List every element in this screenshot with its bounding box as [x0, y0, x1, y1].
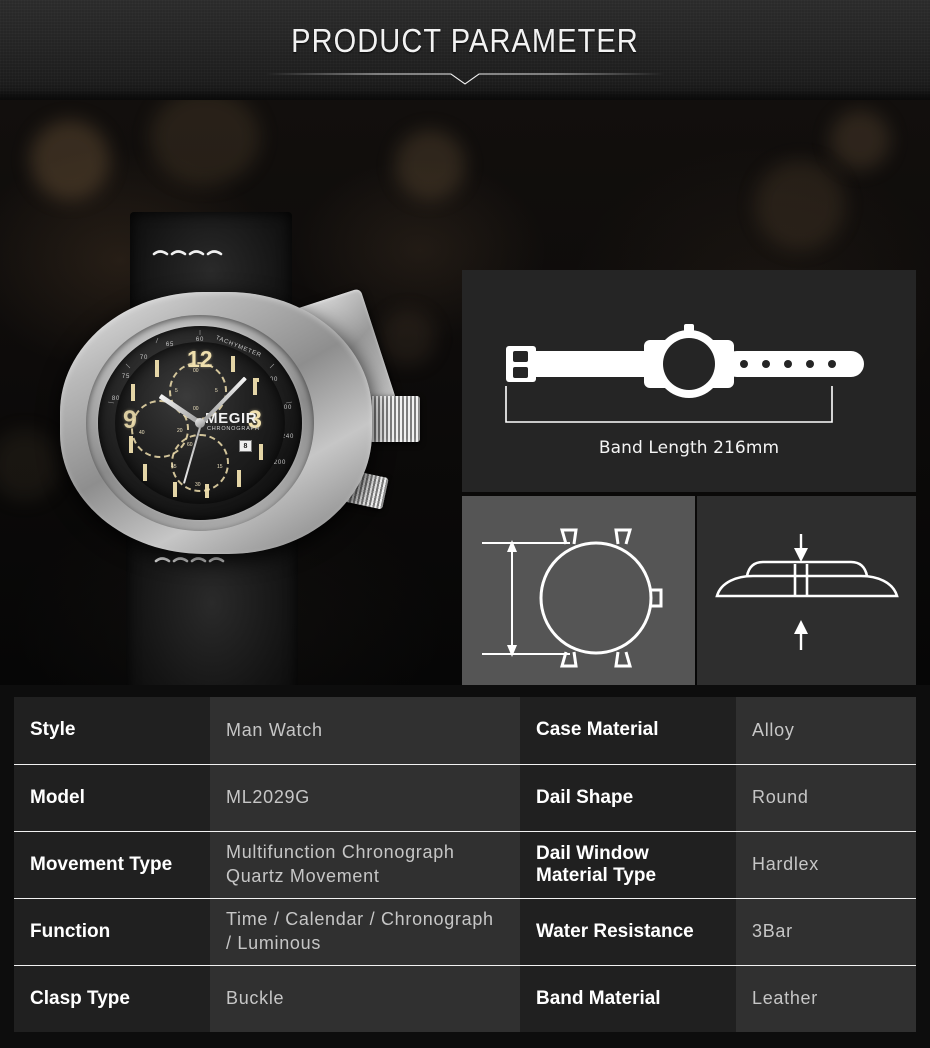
table-row: Movement Type Multifunction Chronograph … [14, 831, 916, 898]
spec-key: Dail Shape [520, 764, 736, 831]
subdial-label: 00 [193, 406, 199, 412]
case-thickness-panel: Case Thickness 15mm [697, 496, 916, 685]
hands-center-cap [195, 418, 205, 428]
band-length-panel: Band Length 216mm [462, 270, 916, 492]
spec-value: Leather [736, 965, 916, 1032]
header-divider-icon [265, 73, 665, 85]
spec-key: Clasp Type [14, 965, 210, 1032]
watch-product-image: 60 65 70 75 80 TACHYMETER 400 300 240 20… [18, 100, 438, 685]
table-row: Model ML2029G Dail Shape Round [14, 764, 916, 831]
subdial-label: 5 [175, 388, 178, 394]
spec-value: ML2029G [210, 764, 520, 831]
spec-value: Alloy [736, 697, 916, 764]
spec-key: Band Material [520, 965, 736, 1032]
spec-key: Function [14, 898, 210, 965]
spec-key: Model [14, 764, 210, 831]
table-row: Style Man Watch Case Material Alloy [14, 697, 916, 764]
specification-table: Style Man Watch Case Material Alloy Mode… [14, 697, 916, 1032]
spec-key: Water Resistance [520, 898, 736, 965]
spec-value: Round [736, 764, 916, 831]
spec-value: Time / Calendar / Chronograph / Luminous [210, 898, 520, 965]
spec-key: Movement Type [14, 831, 210, 898]
watch-case: 60 65 70 75 80 TACHYMETER 400 300 240 20… [60, 292, 372, 554]
subdial-label: 5 [215, 388, 218, 394]
spec-value: Multifunction Chronograph Quartz Movemen… [210, 831, 520, 898]
brand-subtitle: CHRONOGRAPH [207, 426, 260, 432]
watch-case-inner-ring: 60 65 70 75 80 TACHYMETER 400 300 240 20… [86, 315, 314, 531]
product-parameter-page: PRODUCT PARAMETER 60 65 70 75 80 TACHYME… [0, 0, 930, 1048]
spec-key: Case Material [520, 697, 736, 764]
subdial-label: 45 [171, 464, 177, 470]
spec-value: Man Watch [210, 697, 520, 764]
case-thickness-label: Case Thickness 15mm [711, 684, 893, 685]
case-diameter-label: Case Diameter 48mm [476, 684, 653, 685]
case-diameter-panel: Case Diameter 48mm [462, 496, 695, 685]
subdial-label: 60 [187, 442, 193, 448]
subdial-label: 15 [217, 464, 223, 470]
band-length-label: Band Length 216mm [598, 438, 780, 458]
subdial-label: 40 [139, 430, 145, 436]
subdial-label: 00 [193, 368, 199, 374]
subdial-label: 30 [195, 482, 201, 488]
spec-key: Dail Window Material Type [520, 831, 736, 898]
bokeh-light [755, 160, 845, 250]
watch-bezel: 60 65 70 75 80 TACHYMETER 400 300 240 20… [98, 326, 302, 520]
table-row: Clasp Type Buckle Band Material Leather [14, 965, 916, 1032]
spec-key: Style [14, 697, 210, 764]
strap-decorative-stitches-icon [152, 250, 223, 256]
date-window: 8 [239, 440, 252, 452]
measurement-panels: Band Length 216mm [462, 270, 916, 685]
watch-band-silhouette-icon [505, 324, 864, 423]
watch-dial: 12 3 9 00 5 5 00 20 40 60 15 30 45 MEGIR… [115, 342, 285, 504]
case-profile-outline-icon [715, 534, 899, 650]
spec-value: Buckle [210, 965, 520, 1032]
watch-case-outline-icon [482, 528, 663, 668]
bokeh-light [830, 110, 890, 170]
product-photo: 60 65 70 75 80 TACHYMETER 400 300 240 20… [0, 100, 930, 685]
subdial-label: 20 [177, 428, 183, 434]
spec-value: 3Bar [736, 898, 916, 965]
table-row: Function Time / Calendar / Chronograph /… [14, 898, 916, 965]
page-header: PRODUCT PARAMETER [0, 0, 930, 100]
strap-decorative-stitches-icon [154, 557, 225, 563]
spec-value: Hardlex [736, 831, 916, 898]
page-title: PRODUCT PARAMETER [291, 22, 639, 59]
